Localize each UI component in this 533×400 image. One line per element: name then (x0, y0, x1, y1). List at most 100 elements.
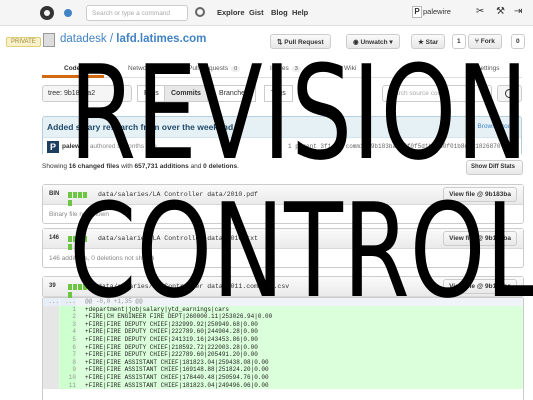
line-number-old[interactable] (43, 351, 59, 359)
line-number-new[interactable]: 6 (60, 343, 76, 352)
file-stat: 39 (49, 283, 56, 289)
line-number-new[interactable]: 4 (60, 328, 76, 336)
commit-author: palewire authored 8 months ago (62, 143, 157, 150)
repo-separator: / (106, 33, 117, 45)
star-count[interactable]: 1 (452, 34, 466, 49)
diff-line-text: +FIRE|FIRE DEPUTY CHIEF|232999.92|250949… (85, 320, 258, 328)
commit-parent-sha: 1 parent 3f1cc3 commit 9b183ba2e5f0f5d1b… (288, 143, 501, 150)
line-number-old[interactable] (43, 335, 59, 344)
repo-name-link[interactable]: lafd.latimes.com (116, 33, 206, 45)
issues-count: 3 (291, 66, 301, 72)
nav-help[interactable]: Help (292, 8, 308, 17)
find-input[interactable]: Search source code (382, 85, 492, 102)
octocat-icon[interactable] (40, 6, 54, 20)
diff-line-text: +FIRE|FIRE DEPUTY CHIEF|218592.72|222003… (85, 343, 258, 351)
tab-wiki[interactable]: Wiki (344, 65, 356, 72)
line-number-old[interactable] (43, 328, 59, 336)
avatar[interactable]: P (412, 6, 422, 18)
file-path[interactable]: data/salaries/LA Controller data/2010.tx… (98, 235, 258, 242)
line-number-old[interactable] (43, 381, 59, 390)
nav-blog[interactable]: Blog (271, 8, 288, 17)
authored-time: authored 8 months ago (88, 143, 157, 150)
view-file-button[interactable]: View file @ 9b183ba (443, 279, 517, 294)
line-number-new[interactable]: 1 (60, 305, 76, 314)
browse-code-link[interactable]: Browse code (477, 123, 515, 130)
commit-summary: Added salary research from over the week… (42, 116, 522, 156)
line-number-old[interactable] (43, 366, 59, 374)
diff-line-text: +FIRE|FIRE ASSISTANT CHIEF|169148.88|251… (85, 366, 269, 374)
file-note: Binary file not shown (49, 211, 109, 218)
line-number-new[interactable]: 5 (60, 335, 76, 344)
line-number-new[interactable]: 2 (60, 313, 76, 321)
unwatch-button[interactable]: ◉ Unwatch ▾ (346, 34, 400, 49)
line-number-old[interactable] (43, 320, 59, 329)
line-number-old[interactable] (43, 358, 59, 367)
diff-line: 2 +FIRE|CH ENGINEER FIRE DEPT|260000.11|2… (43, 313, 523, 321)
tab-graphs[interactable]: Graphs (407, 65, 428, 72)
stats-with: with (119, 163, 135, 170)
diffstat-blocks (68, 192, 92, 206)
repo-icon (43, 33, 55, 47)
tab-code[interactable]: Code (64, 65, 80, 72)
repo-owner-link[interactable]: datadesk (60, 33, 107, 45)
line-number-new[interactable]: 9 (60, 366, 76, 374)
view-file-button[interactable]: View file @ 9b183ba (443, 187, 517, 202)
stats-prefix: Showing (42, 163, 69, 170)
line-number-old[interactable] (43, 305, 59, 314)
nav-gist[interactable]: Gist (249, 8, 264, 17)
file-header: 146 data/salaries/LA Controller data/201… (43, 229, 523, 250)
diff-line: 6 +FIRE|FIRE DEPUTY CHIEF|218592.72|22200… (43, 343, 523, 352)
settings-icon[interactable]: ⚒ (496, 6, 505, 17)
notification-icon[interactable] (64, 9, 72, 17)
search-input[interactable]: Search or type a command (86, 5, 188, 21)
line-number-new[interactable]: 3 (60, 320, 76, 329)
line-number-old[interactable] (43, 313, 59, 321)
file-stat: 146 (49, 235, 60, 241)
logout-icon[interactable]: ⇥ (514, 6, 522, 17)
show-diff-stats-button[interactable]: Show Diff Stats (466, 160, 523, 175)
view-file-button[interactable]: View file @ 9b183ba (443, 231, 517, 246)
fork-button[interactable]: ⑂ Fork (468, 34, 502, 49)
commit-title: Added salary research from over the week… (47, 122, 234, 132)
tab-network[interactable]: Network (128, 65, 152, 72)
stats-and: and (188, 163, 204, 170)
pull-request-button[interactable]: ⇅ Pull Request (270, 34, 331, 49)
line-number-new[interactable]: 7 (60, 351, 76, 359)
line-number-new[interactable]: 11 (60, 381, 76, 390)
global-header: Search or type a command Explore Gist Bl… (0, 0, 533, 26)
diff-lines: 1 +department|job|salary|ytd_earnings|car… (43, 305, 523, 390)
line-number-old[interactable] (43, 343, 59, 352)
tab-pull-requests[interactable]: Pull Requests 0 (188, 65, 241, 72)
line-number-new[interactable]: 10 (60, 373, 76, 382)
diff-line-text: +FIRE|FIRE ASSISTANT CHIEF|178440.48|250… (85, 373, 269, 381)
diffstat-blocks (68, 284, 92, 298)
author-avatar[interactable]: P (47, 141, 59, 153)
tools-icon[interactable]: ✂ (476, 6, 484, 17)
tab-pull-requests-label: Pull Requests (188, 65, 229, 72)
subtab-commits[interactable]: Commits (164, 85, 208, 102)
diff-line-text: +FIRE|FIRE ASSISTANT CHIEF|181823.04|259… (85, 358, 269, 366)
subtab-branches[interactable]: Branches (212, 85, 256, 102)
tab-settings[interactable]: Settings (476, 65, 500, 72)
nav-explore[interactable]: Explore (217, 8, 245, 17)
line-number-new[interactable]: 8 (60, 358, 76, 367)
file-header: BIN data/salaries/LA Controller data/201… (43, 185, 523, 206)
file-path[interactable]: data/salaries/LA Controller data/2011.co… (98, 283, 289, 290)
tree-sha-button[interactable]: tree: 9b183ba2 (42, 85, 132, 102)
diff-line: 3 +FIRE|FIRE DEPUTY CHIEF|232999.92|25094… (43, 320, 523, 329)
author-link[interactable]: palewire (62, 143, 88, 150)
subtab-files[interactable]: Files (137, 85, 166, 102)
star-button[interactable]: ★ Star (411, 34, 446, 49)
tab-issues[interactable]: Issues 3 (270, 65, 301, 72)
stats-changed-files[interactable]: 16 changed files (69, 163, 120, 170)
diff-line-text: +department|job|salary|ytd_earnings|cars (85, 305, 230, 313)
line-number-old[interactable] (43, 373, 59, 382)
command-icon[interactable] (195, 7, 205, 17)
diff-line: 11 +FIRE|FIRE ASSISTANT CHIEF|181823.04|2… (43, 381, 523, 390)
fork-count[interactable]: 0 (511, 34, 525, 49)
find-search-icon[interactable] (497, 85, 522, 102)
repo-tabs: Code Network Pull Requests 0 Issues 3 Wiki… (42, 62, 522, 78)
file-path[interactable]: data/salaries/LA Controller data/2010.pd… (98, 191, 258, 198)
subtab-tags[interactable]: Tags (264, 85, 293, 102)
username-link[interactable]: palewire (423, 7, 451, 16)
